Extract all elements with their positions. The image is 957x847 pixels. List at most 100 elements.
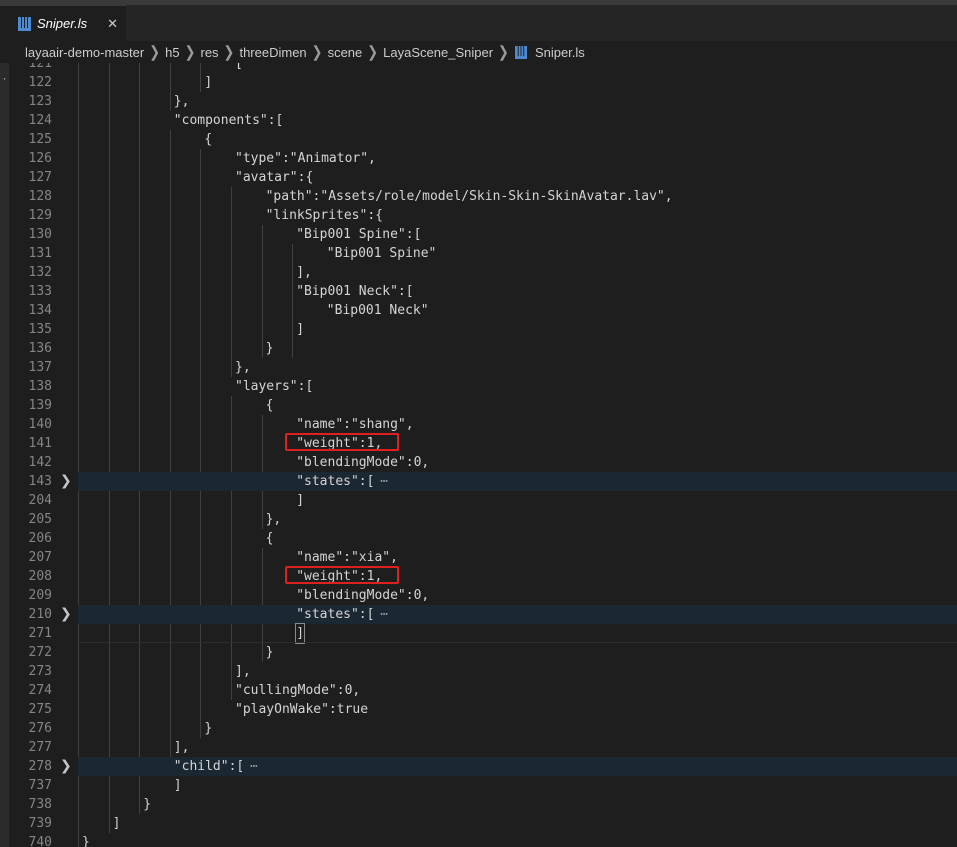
line-number: 124 bbox=[28, 113, 52, 128]
line-number: 123 bbox=[28, 94, 52, 109]
code-text: "type":"Animator", bbox=[235, 151, 376, 166]
line-number: 207 bbox=[28, 550, 52, 565]
code-line[interactable]: 274 "cullingMode":0, bbox=[0, 681, 957, 700]
breadcrumb-item[interactable]: threeDimen bbox=[239, 45, 306, 60]
code-line-folded[interactable]: ❯ 210 "states":[⋯ bbox=[0, 605, 957, 624]
code-text: { bbox=[265, 398, 274, 413]
code-line[interactable]: 131 "Bip001 Spine" bbox=[0, 244, 957, 263]
code-line[interactable]: 128 "path":"Assets/role/model/Skin-Skin-S… bbox=[0, 187, 957, 206]
chevron-right-icon: ❯ bbox=[149, 42, 161, 61]
code-line-folded[interactable]: ❯ 278 "child":[⋯ bbox=[0, 757, 957, 776]
code-line[interactable]: 142 "blendingMode":0, bbox=[0, 453, 957, 472]
line-number: 205 bbox=[28, 512, 52, 527]
code-text: ], bbox=[296, 265, 312, 280]
code-line[interactable]: 133 "Bip001 Neck":[ bbox=[0, 282, 957, 301]
code-line[interactable]: 738} bbox=[0, 795, 957, 814]
code-line[interactable]: 140 "name":"shang", bbox=[0, 415, 957, 434]
code-line[interactable]: 271] bbox=[0, 623, 957, 644]
tab-sniper-ls[interactable]: Sniper.ls ✕ bbox=[0, 5, 126, 41]
code-line[interactable]: 209 "blendingMode":0, bbox=[0, 586, 957, 605]
chevron-right-icon: ❯ bbox=[311, 42, 323, 61]
line-number: 209 bbox=[28, 588, 52, 603]
breadcrumb-item[interactable]: layaair-demo-master bbox=[25, 45, 144, 60]
code-text: "Bip001 Neck":[ bbox=[296, 284, 414, 299]
folded-ellipsis-icon[interactable]: ⋯ bbox=[250, 757, 258, 776]
code-line[interactable]: 122] bbox=[0, 73, 957, 92]
fold-chevron-icon[interactable]: ❯ bbox=[60, 605, 72, 624]
code-line[interactable]: 132], bbox=[0, 263, 957, 282]
code-line[interactable]: 121 [ bbox=[0, 63, 957, 73]
line-number: 130 bbox=[28, 227, 52, 242]
line-number: 278 bbox=[28, 759, 52, 774]
breadcrumb-item[interactable]: LayaScene_Sniper bbox=[383, 45, 493, 60]
folded-ellipsis-icon[interactable]: ⋯ bbox=[380, 605, 388, 624]
code-text: } bbox=[82, 835, 90, 847]
code-editor[interactable]: ⋅ 121[122] 123}, 124 "components":[125{126 "… bbox=[0, 63, 957, 847]
fold-chevron-icon[interactable]: ❯ bbox=[60, 472, 72, 491]
code-line[interactable]: 737] bbox=[0, 776, 957, 795]
code-text: "path":"Assets/role/model/Skin-Skin-Skin… bbox=[265, 189, 673, 204]
breadcrumb-item[interactable]: h5 bbox=[165, 45, 179, 60]
breadcrumb-item[interactable]: res bbox=[200, 45, 218, 60]
line-number: 739 bbox=[28, 816, 52, 831]
close-icon[interactable]: ✕ bbox=[107, 16, 118, 32]
code-line[interactable]: 130 "Bip001 Spine":[ bbox=[0, 225, 957, 244]
code-line[interactable]: 206 { bbox=[0, 529, 957, 548]
code-line[interactable]: 740} bbox=[0, 833, 957, 847]
line-number: 129 bbox=[28, 208, 52, 223]
code-text: "Bip001 Spine":[ bbox=[296, 227, 422, 242]
line-number: 204 bbox=[28, 493, 52, 508]
line-number: 127 bbox=[28, 170, 52, 185]
code-line[interactable]: 129 "linkSprites":{ bbox=[0, 206, 957, 225]
code-line[interactable]: 125 { bbox=[0, 130, 957, 149]
code-text: }, bbox=[265, 512, 282, 527]
code-line-folded[interactable]: ❯ 143 "states":[⋯ bbox=[0, 472, 957, 491]
code-line[interactable]: 124 "components":[ bbox=[0, 111, 957, 130]
line-number: 740 bbox=[28, 835, 52, 847]
laya-file-icon bbox=[514, 45, 527, 59]
chevron-right-icon: ❯ bbox=[498, 42, 509, 61]
code-line[interactable]: 137}, bbox=[0, 358, 957, 377]
line-number: 271 bbox=[28, 626, 52, 641]
code-line[interactable]: 138 "layers":[ bbox=[0, 377, 957, 396]
code-line[interactable]: 277], bbox=[0, 738, 957, 757]
code-text: ], bbox=[235, 664, 251, 679]
line-number: 126 bbox=[28, 151, 52, 166]
code-line[interactable]: 275 "playOnWake":true bbox=[0, 700, 957, 719]
line-number: 133 bbox=[28, 284, 52, 299]
code-text: ], bbox=[173, 740, 190, 755]
code-line[interactable]: 136} bbox=[0, 339, 957, 358]
line-number: 141 bbox=[28, 436, 52, 451]
code-line[interactable]: 207 "name":"xia", bbox=[0, 548, 957, 567]
matched-bracket: ] bbox=[295, 623, 305, 644]
code-line[interactable]: 272} bbox=[0, 643, 957, 662]
breadcrumb-item[interactable]: scene bbox=[328, 45, 363, 60]
code-text: ] bbox=[296, 322, 305, 337]
code-line[interactable]: 276} bbox=[0, 719, 957, 738]
code-text: "layers":[ bbox=[235, 379, 314, 394]
code-text: } bbox=[143, 797, 152, 812]
code-text: }, bbox=[173, 94, 190, 109]
code-line[interactable]: 139 { bbox=[0, 396, 957, 415]
code-line[interactable]: 208 "weight":1, bbox=[0, 567, 957, 586]
code-line[interactable]: 127 "avatar":{ bbox=[0, 168, 957, 187]
code-text: "playOnWake":true bbox=[235, 702, 369, 717]
folded-ellipsis-icon[interactable]: ⋯ bbox=[380, 472, 388, 491]
line-number: 121 bbox=[28, 63, 52, 71]
breadcrumb-file[interactable]: Sniper.ls bbox=[535, 45, 585, 60]
code-line[interactable]: 204] bbox=[0, 491, 957, 510]
code-line[interactable]: 134 "Bip001 Neck" bbox=[0, 301, 957, 320]
code-line[interactable]: 135] bbox=[0, 320, 957, 339]
code-line[interactable]: 141 "weight":1, bbox=[0, 434, 957, 453]
code-text: } bbox=[265, 645, 274, 660]
code-line[interactable]: 273], bbox=[0, 662, 957, 681]
code-line[interactable]: 123}, bbox=[0, 92, 957, 111]
code-text: "linkSprites":{ bbox=[265, 208, 383, 223]
code-line[interactable]: 126 "type":"Animator", bbox=[0, 149, 957, 168]
folded-row-background bbox=[78, 605, 957, 624]
line-number: 125 bbox=[28, 132, 52, 147]
code-line[interactable]: 739] bbox=[0, 814, 957, 833]
fold-chevron-icon[interactable]: ❯ bbox=[60, 757, 72, 776]
code-line[interactable]: 205}, bbox=[0, 510, 957, 529]
code-text: "name":"shang", bbox=[296, 417, 414, 432]
